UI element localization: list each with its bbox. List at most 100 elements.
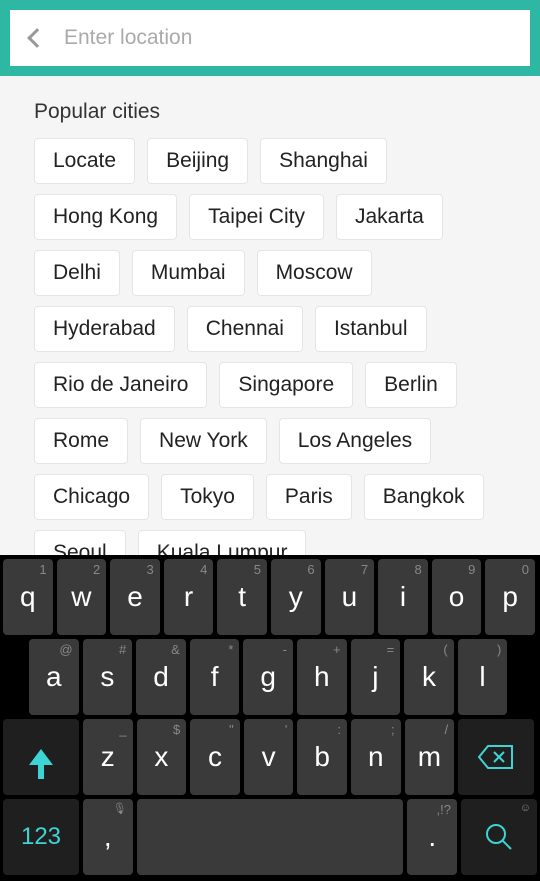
key-main-label: j xyxy=(372,661,378,693)
city-chip[interactable]: Taipei City xyxy=(189,194,324,240)
search-key[interactable]: ☺ xyxy=(461,799,537,875)
city-chip[interactable]: Berlin xyxy=(365,362,457,408)
keyboard: 1q2w3e4r5t6y7u8i9o0p @a#s&d*f-g+h=j(k)l … xyxy=(0,555,540,881)
city-chip[interactable]: Mumbai xyxy=(132,250,245,296)
smile-icon: ☺ xyxy=(520,802,531,814)
key-sym-label: * xyxy=(228,642,233,657)
key-main-label: w xyxy=(71,581,91,613)
key-sym-label: - xyxy=(283,642,287,657)
backspace-icon xyxy=(478,744,514,770)
backspace-key[interactable] xyxy=(458,719,534,795)
key-sym-label: _ xyxy=(119,722,126,737)
city-chip[interactable]: Moscow xyxy=(257,250,372,296)
city-chip[interactable]: Istanbul xyxy=(315,306,427,352)
city-chip[interactable]: Paris xyxy=(266,474,352,520)
key-sym-label: # xyxy=(119,642,126,657)
key-k[interactable]: (k xyxy=(404,639,454,715)
key-sym-label: ' xyxy=(285,722,287,737)
key-t[interactable]: 5t xyxy=(217,559,267,635)
key-u[interactable]: 7u xyxy=(325,559,375,635)
city-chip[interactable]: Kuala Lumpur xyxy=(138,530,307,556)
key-l[interactable]: )l xyxy=(458,639,508,715)
city-chip[interactable]: Los Angeles xyxy=(279,418,431,464)
key-g[interactable]: -g xyxy=(243,639,293,715)
key-main-label: i xyxy=(400,581,406,613)
key-p[interactable]: 0p xyxy=(485,559,535,635)
key-num-label: 4 xyxy=(200,562,207,577)
key-main-label: m xyxy=(418,741,441,773)
key-d[interactable]: &d xyxy=(136,639,186,715)
key-m[interactable]: /m xyxy=(405,719,455,795)
key-num-label: 2 xyxy=(93,562,100,577)
key-main-label: s xyxy=(100,661,114,693)
key-n[interactable]: ;n xyxy=(351,719,401,795)
key-q[interactable]: 1q xyxy=(3,559,53,635)
shift-key[interactable] xyxy=(3,719,79,795)
key-v[interactable]: 'v xyxy=(244,719,294,795)
key-sym-label: ( xyxy=(443,642,447,657)
key-main-label: z xyxy=(101,741,115,773)
key-main-label: p xyxy=(502,581,518,613)
numbers-key[interactable]: 123 xyxy=(3,799,79,875)
key-sym-label: = xyxy=(387,642,395,657)
city-chip[interactable]: Seoul xyxy=(34,530,126,556)
key-e[interactable]: 3e xyxy=(110,559,160,635)
key-num-label: 7 xyxy=(361,562,368,577)
key-sym-label: ) xyxy=(497,642,501,657)
key-z[interactable]: _z xyxy=(83,719,133,795)
city-chip[interactable]: Tokyo xyxy=(161,474,254,520)
location-input[interactable] xyxy=(64,26,514,50)
comma-key[interactable]: 🎙 , xyxy=(83,799,133,875)
city-chip[interactable]: Hong Kong xyxy=(34,194,177,240)
city-chip[interactable]: New York xyxy=(140,418,267,464)
key-main-label: f xyxy=(211,661,219,693)
key-main-label: b xyxy=(314,741,330,773)
key-w[interactable]: 2w xyxy=(57,559,107,635)
city-chip-container: Locate Beijing Shanghai Hong Kong Taipei Cit… xyxy=(34,138,506,556)
key-x[interactable]: $x xyxy=(137,719,187,795)
section-title: Popular cities xyxy=(34,100,506,124)
search-icon xyxy=(484,822,514,852)
key-main-label: g xyxy=(260,661,276,693)
key-main-label: t xyxy=(238,581,246,613)
key-a[interactable]: @a xyxy=(29,639,79,715)
city-chip[interactable]: Rio de Janeiro xyxy=(34,362,207,408)
key-h[interactable]: +h xyxy=(297,639,347,715)
key-f[interactable]: *f xyxy=(190,639,240,715)
city-chip[interactable]: Rome xyxy=(34,418,128,464)
key-sym-label: $ xyxy=(173,722,180,737)
key-i[interactable]: 8i xyxy=(378,559,428,635)
city-chip[interactable]: Hyderabad xyxy=(34,306,175,352)
city-chip[interactable]: Chicago xyxy=(34,474,149,520)
back-icon[interactable] xyxy=(27,28,47,48)
city-chip[interactable]: Bangkok xyxy=(364,474,484,520)
city-chip[interactable]: Chennai xyxy=(187,306,303,352)
key-main-label: c xyxy=(208,741,222,773)
key-s[interactable]: #s xyxy=(83,639,133,715)
dot-key[interactable]: ,!? . xyxy=(407,799,457,875)
key-main-label: v xyxy=(262,741,276,773)
key-main-label: y xyxy=(289,581,303,613)
comma-label: , xyxy=(104,821,112,853)
key-num-label: 9 xyxy=(468,562,475,577)
key-b[interactable]: :b xyxy=(297,719,347,795)
key-num-label: 5 xyxy=(254,562,261,577)
key-r[interactable]: 4r xyxy=(164,559,214,635)
city-chip[interactable]: Delhi xyxy=(34,250,120,296)
key-y[interactable]: 6y xyxy=(271,559,321,635)
key-num-label: 0 xyxy=(522,562,529,577)
key-main-label: h xyxy=(314,661,330,693)
city-chip[interactable]: Beijing xyxy=(147,138,248,184)
space-key[interactable] xyxy=(137,799,404,875)
key-main-label: u xyxy=(342,581,358,613)
dot-label: . xyxy=(428,821,436,853)
key-c[interactable]: "c xyxy=(190,719,240,795)
key-j[interactable]: =j xyxy=(351,639,401,715)
city-chip[interactable]: Singapore xyxy=(219,362,353,408)
city-chip[interactable]: Jakarta xyxy=(336,194,443,240)
search-bar[interactable] xyxy=(10,10,530,66)
key-sym-label: + xyxy=(333,642,341,657)
city-chip[interactable]: Shanghai xyxy=(260,138,387,184)
key-o[interactable]: 9o xyxy=(432,559,482,635)
city-chip[interactable]: Locate xyxy=(34,138,135,184)
